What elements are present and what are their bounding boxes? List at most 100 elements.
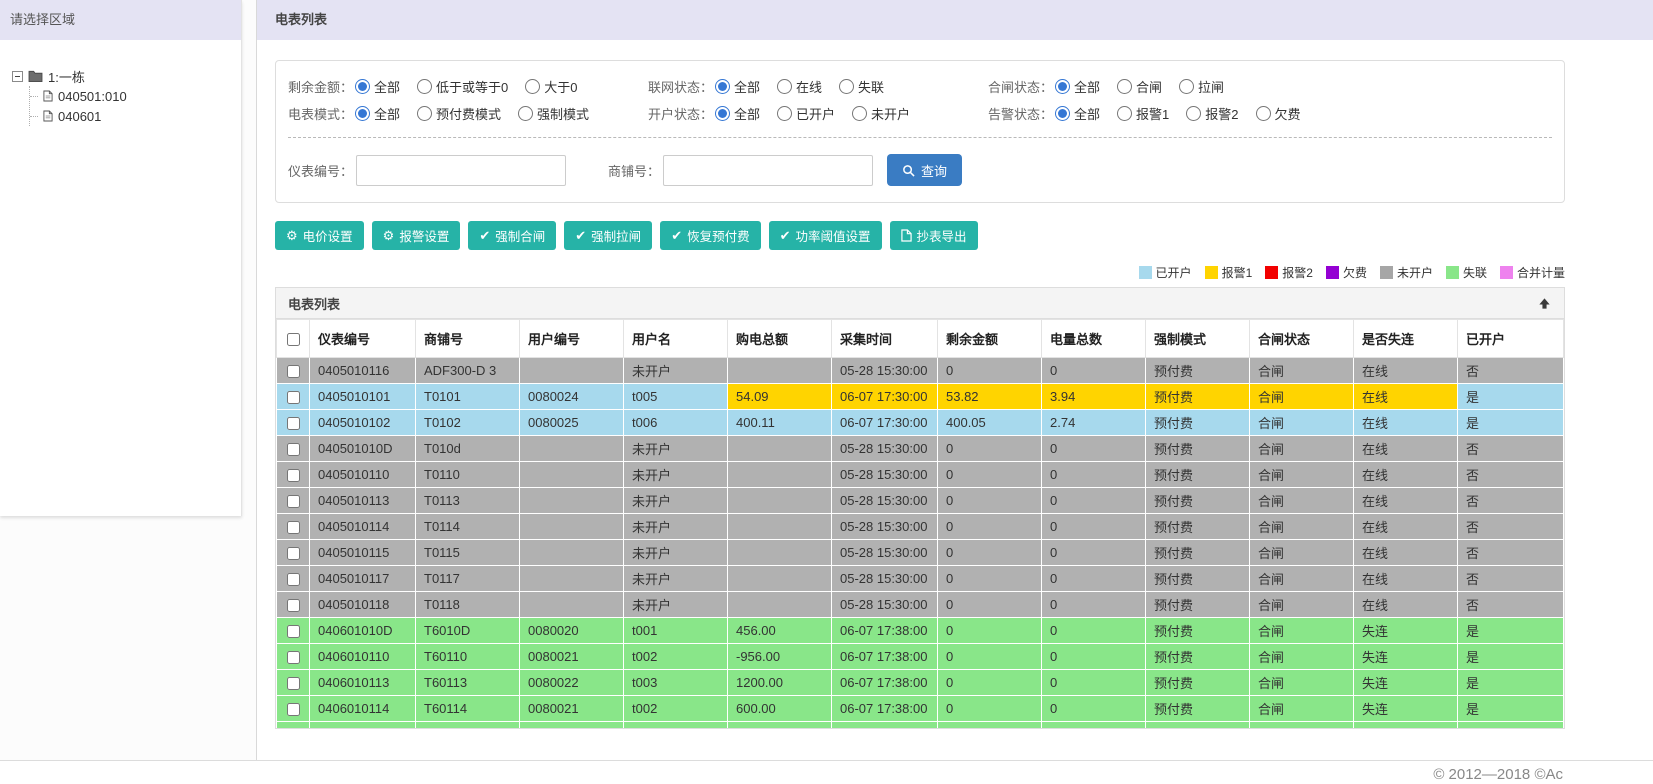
radio-input[interactable] [355, 106, 371, 121]
radio-option[interactable]: 全部 [715, 77, 760, 96]
row-checkbox[interactable] [286, 573, 300, 587]
row-checkbox[interactable] [286, 625, 300, 639]
table-cell [519, 461, 624, 488]
collapse-up-icon[interactable] [1537, 296, 1552, 311]
table-cell: t003 [623, 669, 728, 696]
row-checkbox[interactable] [286, 417, 300, 431]
select-all-checkbox[interactable] [286, 333, 300, 347]
radio-input[interactable] [1186, 106, 1202, 121]
check-icon: ✔ [479, 228, 491, 243]
radio-option[interactable]: 已开户 [777, 104, 835, 123]
table-cell: 合闸 [1249, 617, 1354, 644]
meter-no-input[interactable] [356, 154, 567, 186]
row-checkbox[interactable] [286, 651, 300, 665]
table-cell: 合闸 [1249, 383, 1354, 410]
table-cell: 06-07 17:38:00 [831, 721, 938, 728]
row-checkbox[interactable] [286, 469, 300, 483]
row-checkbox[interactable] [286, 443, 300, 457]
row-checkbox[interactable] [286, 677, 300, 691]
radio-input[interactable] [355, 79, 371, 94]
row-checkbox[interactable] [286, 365, 300, 379]
radio-option[interactable]: 全部 [1055, 104, 1100, 123]
table-row: 0405010117 T0117 未开户 05-28 15:30:00 0 0 预付费 合闸在… [276, 565, 1564, 592]
radio-option[interactable]: 失联 [839, 77, 884, 96]
legend-item: 失联 [1445, 264, 1487, 281]
search-row: 仪表编号： 商铺号： 查询 [288, 154, 1552, 186]
radio-input[interactable] [715, 106, 731, 121]
table-cell [727, 591, 832, 618]
alarm-settings-button[interactable]: ⚙ 报警设置 [371, 221, 461, 250]
radio-option[interactable]: 预付费模式 [417, 104, 501, 123]
radio-option[interactable]: 在线 [777, 77, 822, 96]
radio-option[interactable]: 全部 [715, 104, 760, 123]
meter-reading-export-button[interactable]: 抄表导出 [889, 221, 978, 250]
table-cell: 预付费 [1145, 591, 1250, 618]
meter-table-panel: 电表列表 仪表编号 商铺号 用户编号 用户名 购电总额 采集时间 剩余金额 电量总数 强制模式合… [275, 287, 1565, 729]
radio-option[interactable]: 全部 [355, 77, 400, 96]
radio-input[interactable] [777, 79, 793, 94]
tree-item[interactable]: 040601 [40, 106, 235, 126]
row-checkbox[interactable] [286, 521, 300, 535]
radio-input[interactable] [1117, 106, 1133, 121]
radio-option[interactable]: 未开户 [852, 104, 910, 123]
table-cell: 失连 [1353, 695, 1458, 722]
radio-input[interactable] [1117, 79, 1133, 94]
tree-root[interactable]: 1:一栋 [12, 66, 235, 86]
table-cell: 05-28 15:30:00 [831, 487, 938, 514]
radio-input[interactable] [1179, 79, 1195, 94]
force-open-switch-button[interactable]: ✔ 强制拉闸 [564, 221, 653, 250]
radio-input[interactable] [1055, 79, 1071, 94]
collapse-minus-icon[interactable] [12, 70, 23, 82]
table-cell [727, 513, 832, 540]
table-cell: 0 [1041, 617, 1146, 644]
row-checkbox[interactable] [286, 599, 300, 613]
radio-input[interactable] [1055, 106, 1071, 121]
table-cell: 0 [1041, 565, 1146, 592]
filter-group: 合闸状态： 全部 合闸 拉闸 [988, 77, 1241, 96]
shop-no-input[interactable] [663, 154, 874, 186]
row-checkbox[interactable] [286, 391, 300, 405]
column-header: 用户编号 [519, 319, 624, 358]
table-cell: 0 [1041, 487, 1146, 514]
toolbar-button-label: 功率阈值设置 [795, 230, 871, 244]
radio-option[interactable]: 报警1 [1117, 104, 1169, 123]
panel-title: 电表列表 [288, 296, 341, 312]
folder-icon [28, 70, 43, 82]
radio-option[interactable]: 拉闸 [1179, 77, 1224, 96]
radio-input[interactable] [1255, 106, 1271, 121]
radio-input[interactable] [518, 106, 534, 121]
radio-option[interactable]: 低于或等于0 [417, 77, 508, 96]
legend-swatch [1325, 266, 1339, 279]
toolbar-button-label: 报警设置 [399, 230, 450, 244]
radio-option[interactable]: 全部 [355, 104, 400, 123]
search-button[interactable]: 查询 [887, 154, 963, 186]
radio-option[interactable]: 全部 [1055, 77, 1100, 96]
radio-input[interactable] [715, 79, 731, 94]
radio-option[interactable]: 欠费 [1255, 104, 1301, 123]
column-header: 电量总数 [1041, 319, 1146, 358]
filter-radio-row: 电表模式： 全部 预付费模式 强制模式 开户状态： 全部 已开户 未开户 告警状态： 全部 报警1 报… [288, 100, 1552, 127]
radio-input[interactable] [417, 106, 433, 121]
radio-input[interactable] [852, 106, 868, 121]
force-close-switch-button[interactable]: ✔ 强制合闸 [468, 221, 557, 250]
radio-input[interactable] [417, 79, 433, 94]
row-checkbox[interactable] [286, 703, 300, 717]
table-cell: 05-28 15:30:00 [831, 461, 938, 488]
row-checkbox[interactable] [286, 547, 300, 561]
radio-option[interactable]: 强制模式 [518, 104, 589, 123]
radio-option[interactable]: 报警2 [1186, 104, 1239, 123]
power-threshold-settings-button[interactable]: ✔ 功率阈值设置 [768, 221, 882, 250]
radio-input[interactable] [777, 106, 793, 121]
tree-item[interactable]: 040501:010 [40, 86, 235, 106]
radio-input[interactable] [839, 79, 855, 94]
row-checkbox[interactable] [286, 495, 300, 509]
radio-option[interactable]: 大于0 [525, 77, 578, 96]
restore-prepaid-button[interactable]: ✔ 恢复预付费 [660, 221, 761, 250]
price-settings-button[interactable]: ⚙ 电价设置 [275, 221, 364, 250]
table-cell: 0 [937, 435, 1042, 462]
radio-option[interactable]: 合闸 [1117, 77, 1162, 96]
table-cell: 0 [1041, 513, 1146, 540]
radio-input[interactable] [525, 79, 541, 94]
column-header: 购电总额 [727, 319, 832, 358]
tree-item-label: 040601 [58, 108, 102, 124]
